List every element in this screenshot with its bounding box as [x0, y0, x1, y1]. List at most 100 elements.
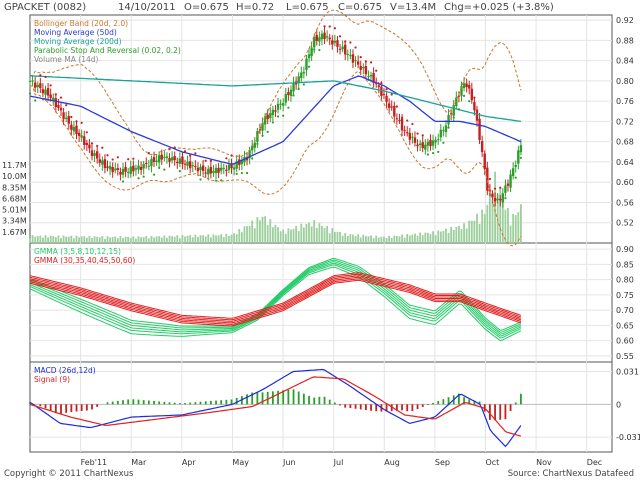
volume-bar: [375, 235, 378, 243]
volume-bar: [452, 229, 455, 243]
candle-body: [449, 113, 453, 115]
candle-body: [214, 167, 218, 174]
volume-bar: [75, 235, 78, 243]
macd-histogram-bar: [153, 400, 155, 405]
candle-body: [108, 165, 112, 170]
stock-chart[interactable]: 0.52 0.56 0.60 0.64 0.68 0.72 0.76 0.80 0.84 0.88…: [0, 0, 640, 480]
volume-bar: [47, 237, 49, 243]
candle-body: [416, 144, 419, 147]
candle-body: [116, 168, 120, 170]
volume-bar: [421, 235, 424, 243]
candle-body: [72, 126, 76, 132]
sar-dot: [364, 60, 367, 63]
volume-bar: [346, 235, 349, 243]
candle-body: [470, 88, 474, 101]
candle-body: [44, 89, 47, 95]
volume-bar: [323, 228, 326, 243]
sar-dot: [349, 41, 352, 44]
volume-bar: [476, 213, 478, 243]
candle-body: [377, 85, 381, 88]
volume-bar: [222, 237, 225, 243]
candle-body: [325, 36, 329, 38]
volume-bar: [85, 237, 88, 243]
volume-bar: [145, 236, 148, 243]
macd-histogram-bar: [313, 397, 316, 405]
candle-body: [444, 125, 448, 133]
macd-histogram-bar: [323, 396, 326, 405]
volume-bar: [486, 205, 489, 243]
candle-body: [292, 82, 295, 92]
macd-histogram-bar: [209, 400, 212, 405]
candle-body: [271, 109, 275, 115]
volume-bar: [109, 237, 111, 243]
macd-histogram-bar: [302, 393, 305, 405]
candle-body: [406, 132, 409, 134]
candle-body: [199, 166, 202, 171]
macd-histogram-bar: [65, 404, 68, 413]
candle-body: [227, 164, 231, 170]
volume-bar: [282, 229, 285, 243]
candle-body: [305, 58, 308, 70]
volume-bar: [287, 228, 290, 243]
macd-histogram-bar: [39, 404, 42, 407]
volume-bar: [266, 225, 269, 243]
sar-dot: [106, 154, 109, 157]
candle-body: [315, 34, 318, 41]
candle-body: [93, 153, 96, 156]
macd-histogram-bar: [256, 392, 259, 405]
macd-histogram-bar: [411, 404, 414, 412]
candle-body: [310, 47, 313, 57]
sar-dot: [431, 151, 435, 155]
macd-histogram-bar: [158, 401, 161, 405]
macd-histogram-bar: [60, 404, 62, 414]
candle-body: [46, 88, 50, 96]
sar-dot: [96, 144, 99, 148]
sar-dot: [101, 146, 104, 149]
macd-histogram-bar: [354, 404, 357, 409]
candle-body: [364, 66, 368, 75]
sar-dot: [44, 75, 47, 79]
candle-body: [67, 115, 70, 124]
candle-body: [126, 171, 130, 173]
candle-body: [137, 165, 140, 170]
volume-bar: [326, 225, 329, 243]
candle-body: [165, 156, 169, 158]
candle-body: [473, 102, 476, 111]
macd-histogram-bar: [339, 404, 341, 406]
volume-bar: [217, 235, 220, 243]
volume-bar: [246, 226, 248, 243]
candle-body: [439, 129, 443, 138]
sar-dot: [183, 150, 187, 153]
candle-body: [83, 136, 86, 145]
volume-bar: [67, 236, 70, 243]
volume-bar: [42, 237, 44, 243]
sar-dot: [457, 108, 460, 111]
gmma-tick-label: 0.75: [616, 291, 634, 300]
volume-bar: [194, 234, 197, 243]
candle-body: [393, 105, 396, 117]
volume-bar: [455, 227, 458, 243]
price-legend-entry: Moving Average (200d): [34, 37, 122, 46]
macd-histogram-bar: [277, 390, 279, 405]
volume-bar: [271, 227, 274, 243]
macd-tick-label: 0: [616, 400, 621, 409]
candle-body: [279, 103, 282, 105]
volume-bar: [264, 216, 267, 243]
volume-bar: [385, 237, 388, 243]
candle-body: [52, 97, 55, 100]
macd-histogram-bar: [349, 404, 352, 409]
volume-bar: [457, 225, 460, 243]
sar-dot: [142, 175, 145, 178]
sar-dot: [127, 158, 130, 161]
volume-bar: [225, 233, 228, 243]
volume-bar: [197, 236, 199, 243]
price-tick-label: 0.88: [616, 36, 634, 45]
candle-body: [59, 107, 63, 111]
candle-body: [170, 157, 174, 161]
volume-bar: [367, 236, 370, 243]
price-tick-label: 0.60: [616, 178, 634, 187]
sar-dot: [313, 48, 316, 51]
candle-body: [62, 112, 65, 120]
candle-body: [331, 40, 334, 45]
volume-bar: [29, 238, 31, 243]
